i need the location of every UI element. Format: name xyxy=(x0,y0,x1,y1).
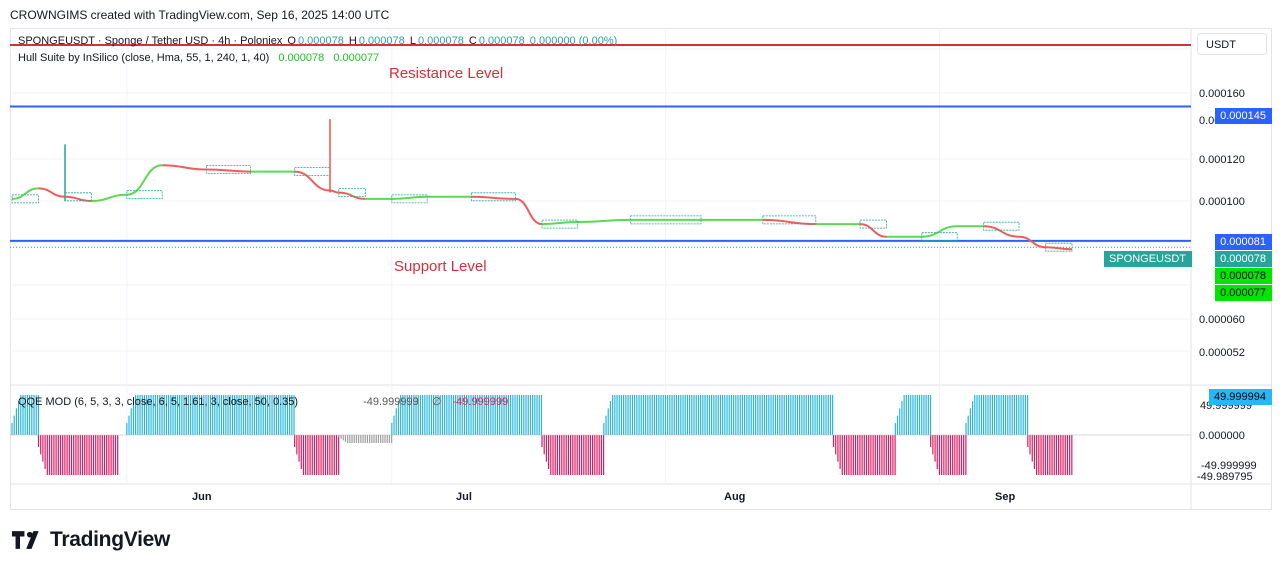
close-value: 0.000078 xyxy=(478,35,525,47)
hull-badge-1: 0.000078 xyxy=(1215,268,1272,284)
time-label-sep: Sep xyxy=(995,491,1015,503)
low-label: L xyxy=(409,35,416,47)
hull-segment xyxy=(91,193,127,202)
hull-value-2: 0.000077 xyxy=(333,52,380,64)
resistance-annotation: Resistance Level xyxy=(389,65,503,82)
change-value: 0.000000 (0.00%) xyxy=(529,35,618,47)
time-label-aug: Aug xyxy=(724,491,745,503)
symbol-name-badge: SPONGEUSDT xyxy=(1103,251,1192,267)
hull-segment xyxy=(471,195,516,200)
hull-segment xyxy=(859,223,887,238)
qqe-top-badge: 49.999994 xyxy=(1209,389,1272,405)
low-value: 0.000078 xyxy=(417,35,464,47)
hull-segment xyxy=(294,170,331,192)
symbol-legend[interactable]: SPONGEUSDT · Sponge / Tether USD · 4h · … xyxy=(18,35,619,47)
hull-label: Hull Suite by InSilico (close, Hma, 55, … xyxy=(18,52,270,64)
tick-label: 0.000100 xyxy=(1199,196,1245,208)
high-value: 0.000078 xyxy=(358,35,405,47)
close-label: C xyxy=(468,35,477,47)
qqe-legend[interactable]: QQE MOD (6, 5, 3, 3, close, 6, 5, 1.61, … xyxy=(18,395,510,408)
open-value: 0.000078 xyxy=(297,35,344,47)
tick-label: 0.000060 xyxy=(1199,314,1245,326)
hull-segment xyxy=(762,218,816,226)
hull-segment xyxy=(162,164,207,171)
time-label-jul: Jul xyxy=(456,491,472,503)
currency-button[interactable]: USDT xyxy=(1197,33,1267,55)
hull-segment xyxy=(64,195,92,202)
hull-segment xyxy=(1045,246,1073,251)
tradingview-logo-icon xyxy=(12,531,39,549)
tick-label: 0.000160 xyxy=(1199,88,1245,100)
high-label: H xyxy=(348,35,357,47)
last-price-badge: 0.000078 xyxy=(1215,251,1272,267)
open-label: O xyxy=(287,35,296,47)
hull-segment xyxy=(329,189,339,194)
tick-label: 0.000052 xyxy=(1199,347,1245,359)
hull-segment xyxy=(126,164,163,196)
hull-segment xyxy=(515,197,543,226)
tradingview-logo[interactable]: TradingView xyxy=(12,528,170,552)
hull-segment xyxy=(38,187,66,198)
hull-segment xyxy=(541,221,578,226)
qqe-null-symbol: ∅ xyxy=(431,396,442,408)
chart-canvas[interactable]: 0.000160 0.000140 0.000120 0.000100 0.00… xyxy=(0,0,1281,571)
hull-badge-2: 0.000077 xyxy=(1215,285,1272,301)
hull-segment xyxy=(11,187,39,200)
qqe-value-1: -49.999999 xyxy=(363,396,419,408)
price-pane xyxy=(10,44,1191,252)
hull-segment xyxy=(1018,235,1046,249)
support-annotation: Support Level xyxy=(394,258,487,275)
qqe-zero-label: 0.000000 xyxy=(1199,430,1245,442)
hull-value-1: 0.000078 xyxy=(278,52,325,64)
qqe-value-2: -49.999999 xyxy=(452,396,509,408)
hull-segment xyxy=(577,218,631,223)
time-label-jun: Jun xyxy=(192,491,212,503)
symbol-line: SPONGEUSDT · Sponge / Tether USD · 4h · … xyxy=(18,35,283,47)
hull-segment xyxy=(206,168,251,173)
hull-segment xyxy=(983,225,1020,238)
resistance-price-badge: 0.000145 xyxy=(1215,108,1272,124)
hull-segment xyxy=(338,191,366,200)
hull-legend[interactable]: Hull Suite by InSilico (close, Hma, 55, … xyxy=(18,52,381,64)
qqe-tick-bottom: -49.989795 xyxy=(1197,471,1253,483)
support-price-badge: 0.000081 xyxy=(1215,234,1272,250)
qqe-label: QQE MOD (6, 5, 3, 3, close, 6, 5, 1.61, … xyxy=(18,396,299,408)
tradingview-wordmark: TradingView xyxy=(50,528,171,551)
hull-segment xyxy=(391,195,428,200)
tick-label: 0.000120 xyxy=(1199,154,1245,166)
